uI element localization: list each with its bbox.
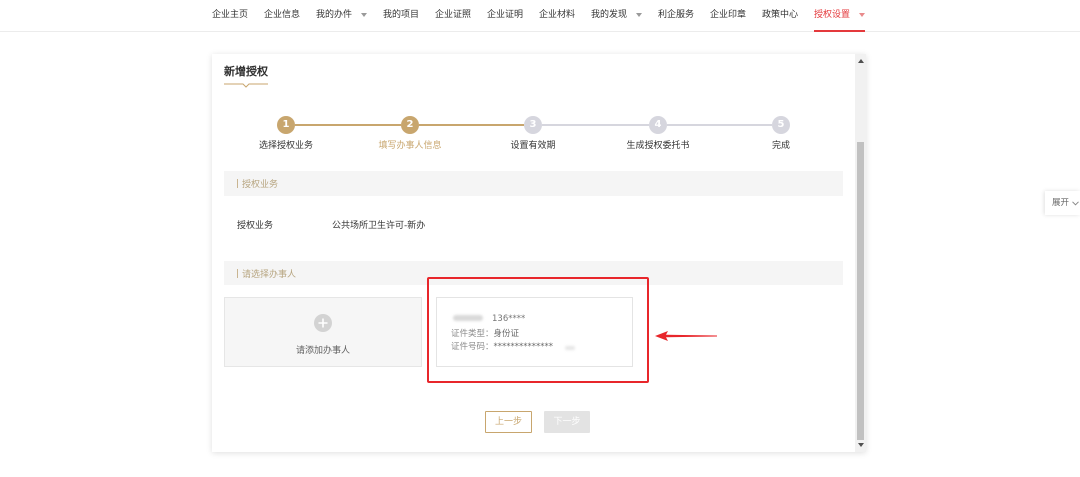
nav-item-enterprise-materials[interactable]: 企业材料 (539, 0, 575, 32)
step-select-business: 1 选择授权业务 (226, 116, 346, 152)
agent-phone: 136**** (492, 314, 526, 324)
section-header-label: 授权业务 (242, 180, 279, 190)
nav-item-label: 我的项目 (383, 10, 420, 20)
caret-down-icon (636, 13, 642, 17)
plus-circle-icon (314, 314, 332, 332)
step-label: 生成授权委托书 (626, 141, 690, 151)
step-label: 设置有效期 (510, 141, 556, 151)
section-header-business: 授权业务 (224, 171, 843, 196)
section-bar-decoration (237, 179, 238, 188)
nav-item-enterprise-seals[interactable]: 企业印章 (710, 0, 746, 32)
step-generate-letter: 4 生成授权委托书 (598, 116, 718, 152)
id-type-label: 证件类型： (451, 329, 494, 339)
caret-down-icon (361, 13, 367, 17)
agent-name-row (453, 315, 483, 321)
step-number: 2 (406, 119, 414, 130)
nav-item-label: 我的发现 (591, 10, 628, 20)
section-header-label: 请选择办事人 (242, 269, 297, 280)
step-circle: 3 (524, 116, 542, 134)
nav-item-label: 企业印章 (710, 10, 747, 20)
nav-item-label: 我的办件 (316, 10, 353, 20)
add-agent-card[interactable]: 请添加办事人 (224, 297, 422, 367)
nav-item-label: 企业证明 (487, 10, 524, 20)
nav-item-label: 政策中心 (762, 10, 799, 20)
step-set-validity: 3 设置有效期 (473, 116, 593, 152)
expand-side-tab[interactable]: 展开 (1045, 191, 1080, 215)
step-circle: 1 (277, 116, 295, 134)
nav-item-label: 企业信息 (264, 10, 301, 20)
id-type-value: 身份证 (493, 329, 520, 339)
nav-item-enterprise-licenses[interactable]: 企业证照 (435, 0, 471, 32)
step-circle: 2 (401, 116, 419, 134)
step-number: 1 (282, 119, 290, 130)
add-agent-label: 请添加办事人 (295, 346, 350, 356)
id-number-value: ************** (493, 342, 554, 352)
id-number-label: 证件号码： (451, 342, 494, 352)
chevron-down-icon (1072, 200, 1079, 206)
scroll-up-arrow-icon[interactable] (857, 59, 864, 63)
nav-list: 企业主页 企业信息 我的办件 我的项目 企业证照 企业证明 企业材料 我的发现 … (212, 0, 865, 32)
stepper: 1 选择授权业务 2 填写办事人信息 3 设置有效期 4 生成授权委托书 5 完… (212, 54, 855, 164)
new-authorization-card: 新增授权 1 选择授权业务 2 填写办事人信息 3 设置有效期 4 生成授权委托… (212, 54, 866, 452)
caret-down-icon (859, 13, 865, 17)
nav-item-enterprise-home[interactable]: 企业主页 (212, 0, 248, 32)
nav-item-enterprise-info[interactable]: 企业信息 (264, 0, 300, 32)
redacted-name (453, 315, 483, 321)
agent-id-type-row: 证件类型： 身份证 (451, 329, 519, 340)
nav-item-policy-center[interactable]: 政策中心 (762, 0, 798, 32)
prev-step-button[interactable]: 上一步 (485, 411, 532, 433)
nav-item-label: 企业材料 (539, 10, 576, 20)
redacted-id-tail (565, 345, 576, 350)
nav-item-my-cases[interactable]: 我的办件 (316, 0, 367, 32)
expand-label: 展开 (1052, 197, 1070, 208)
scroll-down-arrow-icon[interactable] (857, 443, 864, 447)
business-field-label: 授权业务 (237, 221, 274, 231)
step-circle: 4 (649, 116, 667, 134)
nav-item-label: 授权设置 (814, 10, 851, 20)
step-label: 填写办事人信息 (378, 141, 442, 151)
nav-item-enterprise-certificates[interactable]: 企业证明 (487, 0, 523, 32)
business-field-value: 公共场所卫生许可-新办 (332, 221, 426, 231)
nav-item-authorization-settings[interactable]: 授权设置 (814, 0, 865, 32)
step-label: 完成 (771, 141, 790, 151)
section-bar-decoration (237, 268, 238, 278)
next-step-button[interactable]: 下一步 (544, 411, 590, 433)
nav-item-label: 利企服务 (658, 10, 695, 20)
scrollbar[interactable] (855, 54, 866, 452)
nav-item-my-projects[interactable]: 我的项目 (383, 0, 419, 32)
agent-id-number-row: 证件号码： ************** (451, 342, 576, 353)
step-label: 选择授权业务 (258, 141, 313, 151)
agent-card[interactable]: 136**** 证件类型： 身份证 证件号码： ************** (436, 297, 633, 367)
arrow-left-icon (655, 331, 717, 341)
nav-item-my-discoveries[interactable]: 我的发现 (591, 0, 642, 32)
nav-item-label: 企业证照 (435, 10, 472, 20)
step-number: 3 (529, 119, 537, 130)
step-number: 5 (777, 119, 785, 130)
nav-item-label: 企业主页 (212, 10, 249, 20)
section-header-agent: 请选择办事人 (224, 261, 843, 285)
step-circle: 5 (772, 116, 790, 134)
scroll-thumb[interactable] (857, 142, 864, 440)
nav-item-business-services[interactable]: 利企服务 (658, 0, 694, 32)
step-complete: 5 完成 (721, 116, 841, 152)
top-nav: 企业主页 企业信息 我的办件 我的项目 企业证照 企业证明 企业材料 我的发现 … (0, 0, 1080, 32)
step-fill-agent-info: 2 填写办事人信息 (350, 116, 470, 152)
step-number: 4 (654, 119, 662, 130)
